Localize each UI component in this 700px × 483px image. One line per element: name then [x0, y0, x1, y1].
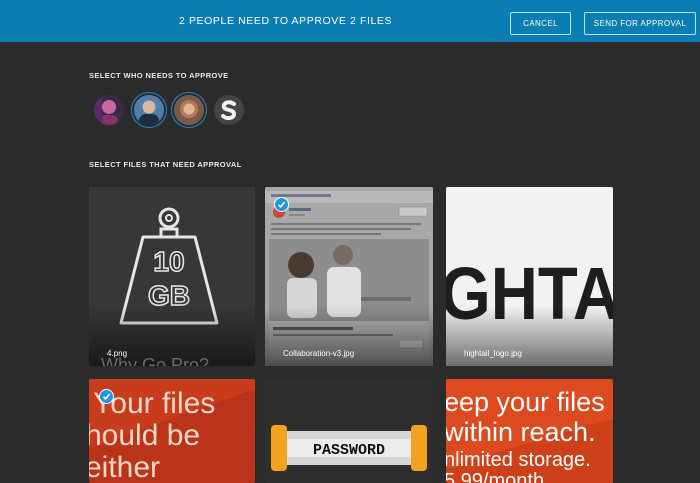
selected-check-icon[interactable] — [274, 197, 289, 212]
file-thumbnail-orange-ad-2[interactable]: eep your files within reach. nlimited st… — [446, 379, 613, 483]
avatar-s-logo — [214, 95, 244, 125]
file-thumbnail-collaboration[interactable]: Collaboration-v3.jpg — [265, 187, 433, 366]
files-section-label: SELECT FILES THAT NEED APPROVAL — [89, 160, 242, 169]
svg-text:nlimited storage.: nlimited storage. — [446, 449, 591, 471]
svg-text:within reach.: within reach. — [446, 417, 596, 447]
file-thumbnail-hightail-logo[interactable]: GHTA hightail_logo.jpg — [446, 187, 613, 366]
file-name: Collaboration-v3.jpg — [283, 349, 355, 358]
avatar-photo-3 — [174, 95, 204, 125]
approvers-section-label: SELECT WHO NEEDS TO APPROVE — [89, 71, 229, 80]
approver-avatar-1[interactable] — [94, 95, 124, 125]
approver-avatar-4[interactable] — [214, 95, 244, 125]
svg-text:5.99/month: 5.99/month — [446, 470, 544, 483]
avatar-photo-1 — [94, 95, 124, 125]
file-thumbnail-orange-ad-1[interactable]: Your files hould be either — [89, 379, 255, 483]
approver-avatar-2[interactable] — [134, 95, 164, 125]
page-title: 2 PEOPLE NEED TO APPROVE 2 FILES — [179, 15, 393, 27]
approver-avatar-3[interactable] — [174, 95, 204, 125]
send-for-approval-button[interactable]: SEND FOR APPROVAL — [584, 12, 696, 35]
svg-text:either: either — [89, 451, 160, 483]
password-lock-illustration: PASSWORD — [265, 379, 433, 483]
selected-check-icon[interactable] — [99, 389, 114, 404]
file-thumbnail-4png[interactable]: 10 GB Why Go Pro? 4.png — [89, 187, 255, 366]
svg-text:PASSWORD: PASSWORD — [313, 442, 385, 459]
file-name: hightail_logo.jpg — [464, 349, 522, 358]
cancel-button[interactable]: CANCEL — [510, 12, 571, 35]
svg-text:10: 10 — [153, 246, 184, 277]
orange-ad-image: eep your files within reach. nlimited st… — [446, 379, 613, 483]
svg-text:hould be: hould be — [89, 419, 200, 452]
avatar-photo-2 — [134, 95, 164, 125]
file-name: 4.png — [107, 349, 128, 358]
svg-text:eep your files: eep your files — [446, 387, 605, 417]
header-bar: 2 PEOPLE NEED TO APPROVE 2 FILES CANCEL … — [0, 0, 700, 42]
file-thumbnail-password[interactable]: PASSWORD — [265, 379, 433, 483]
